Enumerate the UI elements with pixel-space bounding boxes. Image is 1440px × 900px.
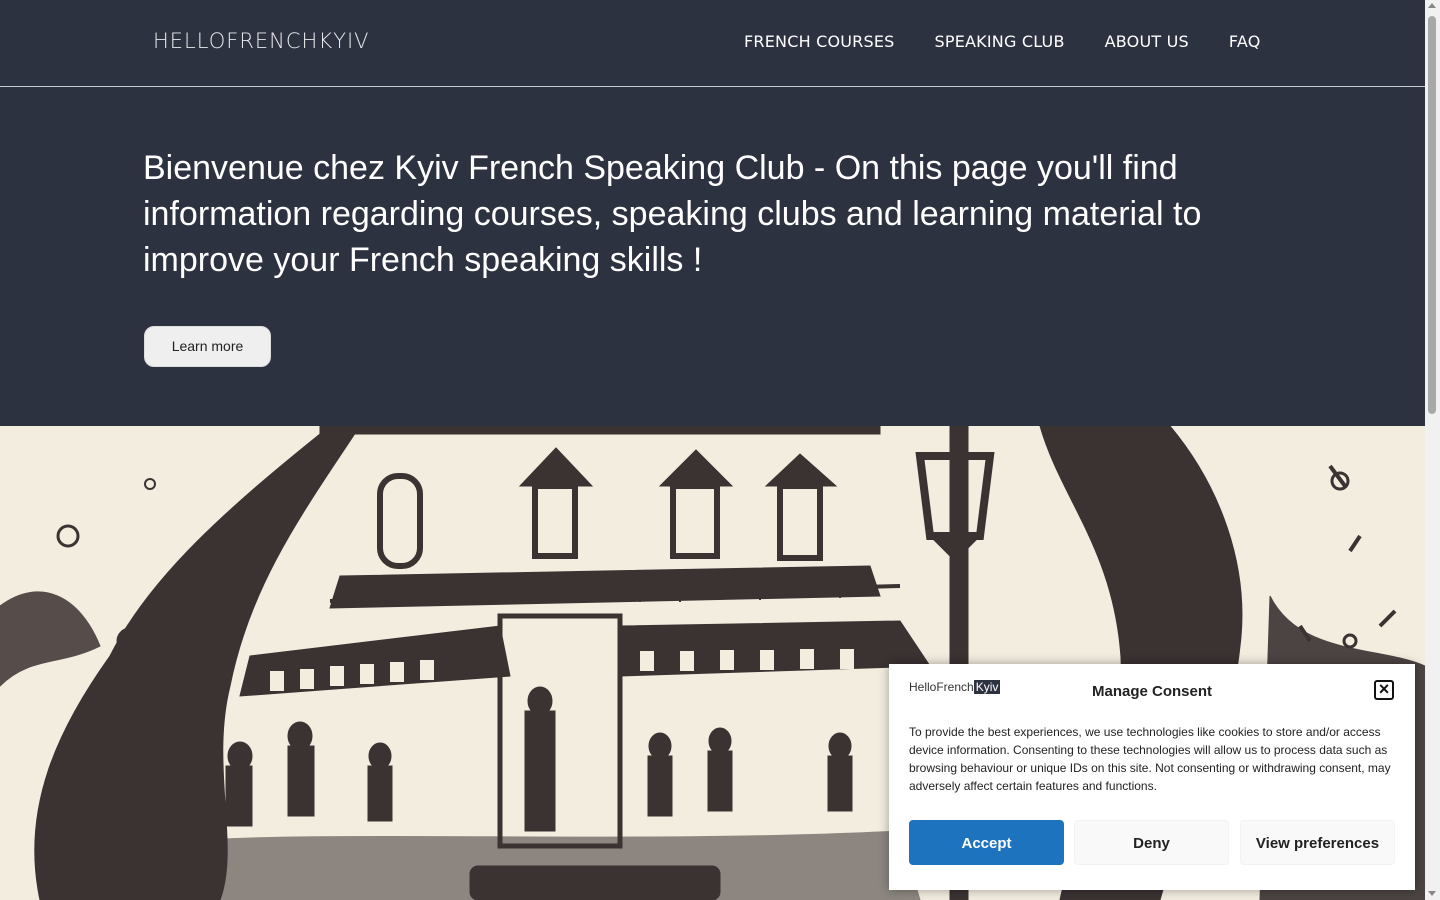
close-icon[interactable]: ×: [1374, 680, 1394, 700]
hero-heading: Bienvenue chez Kyiv French Speaking Club…: [143, 149, 1202, 279]
nav-speaking-club[interactable]: SPEAKING CLUB: [935, 32, 1065, 51]
scroll-down-icon[interactable]: [1428, 891, 1436, 896]
accept-button[interactable]: Accept: [909, 820, 1064, 865]
deny-button[interactable]: Deny: [1074, 820, 1229, 865]
site-title[interactable]: HELLOFRENCHKYIV: [153, 29, 370, 53]
view-preferences-button[interactable]: View preferences: [1240, 820, 1395, 865]
nav-french-courses[interactable]: FRENCH COURSES: [744, 32, 895, 51]
consent-title: Manage Consent: [1091, 683, 1212, 700]
nav-about-us[interactable]: ABOUT US: [1105, 32, 1189, 51]
scroll-up-icon[interactable]: [1428, 3, 1436, 8]
learn-more-button[interactable]: Learn more: [144, 326, 271, 367]
scrollbar-thumb[interactable]: [1428, 16, 1436, 414]
consent-text: To provide the best experiences, we use …: [909, 725, 1391, 793]
hero-section: Bienvenue chez Kyiv French Speaking Club…: [0, 87, 1425, 426]
page-scrollbar[interactable]: [1425, 0, 1440, 900]
consent-dialog: HelloFrench Kyiv Manage Consent × To prov…: [889, 664, 1415, 890]
site-header: HELLOFRENCHKYIV FRENCH COURSES SPEAKING …: [0, 0, 1425, 87]
main-nav: FRENCH COURSES SPEAKING CLUB ABOUT US FA…: [744, 32, 1301, 51]
nav-faq[interactable]: FAQ: [1229, 32, 1261, 51]
